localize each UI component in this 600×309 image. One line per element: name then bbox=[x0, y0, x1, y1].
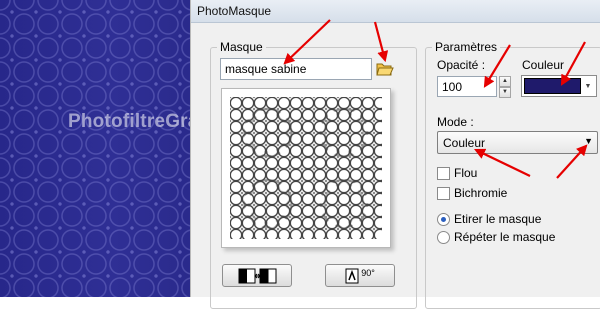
opacity-spin-up[interactable]: ▲ bbox=[499, 76, 511, 87]
etirer-radio[interactable] bbox=[437, 213, 450, 226]
invert-mask-button[interactable] bbox=[222, 264, 292, 287]
etirer-label: Etirer le masque bbox=[454, 212, 542, 226]
title-bar: PhotoMasque bbox=[191, 0, 600, 23]
mode-select[interactable]: Couleur ▼ bbox=[437, 131, 598, 154]
chevron-down-icon: ▼ bbox=[584, 136, 593, 146]
flou-label: Flou bbox=[454, 166, 478, 180]
color-picker[interactable]: ▼ bbox=[521, 75, 597, 97]
watermark: PhotofiltreGraph bbox=[68, 111, 223, 132]
mode-selected-value: Couleur bbox=[443, 136, 486, 150]
mask-preview bbox=[221, 88, 391, 248]
background-pattern bbox=[0, 0, 190, 297]
open-folder-button[interactable] bbox=[375, 59, 395, 79]
mode-label: Mode : bbox=[437, 115, 474, 129]
opacity-spin-down[interactable]: ▼ bbox=[499, 87, 511, 98]
rotate-icon bbox=[345, 268, 359, 283]
parametres-group-legend: Paramètres bbox=[432, 40, 501, 54]
bichromie-label: Bichromie bbox=[454, 186, 508, 200]
color-swatch bbox=[524, 78, 581, 94]
rotate-label: 90° bbox=[361, 267, 375, 278]
color-label: Couleur bbox=[522, 58, 565, 72]
mask-file-value: masque sabine bbox=[225, 62, 307, 76]
flou-checkbox[interactable] bbox=[437, 167, 450, 180]
bichromie-checkbox[interactable] bbox=[437, 187, 450, 200]
chevron-down-icon: ▼ bbox=[584, 82, 592, 90]
masque-group-legend: Masque bbox=[217, 40, 266, 54]
opacity-input[interactable]: 100 bbox=[437, 76, 497, 97]
opacity-label: Opacité : bbox=[437, 58, 486, 72]
mask-file-input[interactable]: masque sabine bbox=[220, 58, 372, 80]
opacity-value: 100 bbox=[442, 80, 463, 94]
repeter-label: Répéter le masque bbox=[454, 230, 556, 244]
rotate-mask-button[interactable]: 90° bbox=[325, 264, 395, 287]
repeter-radio[interactable] bbox=[437, 231, 450, 244]
invert-icon bbox=[238, 268, 277, 283]
folder-open-icon bbox=[376, 63, 394, 76]
mask-pattern-image bbox=[230, 97, 382, 239]
window-title: PhotoMasque bbox=[197, 4, 272, 18]
